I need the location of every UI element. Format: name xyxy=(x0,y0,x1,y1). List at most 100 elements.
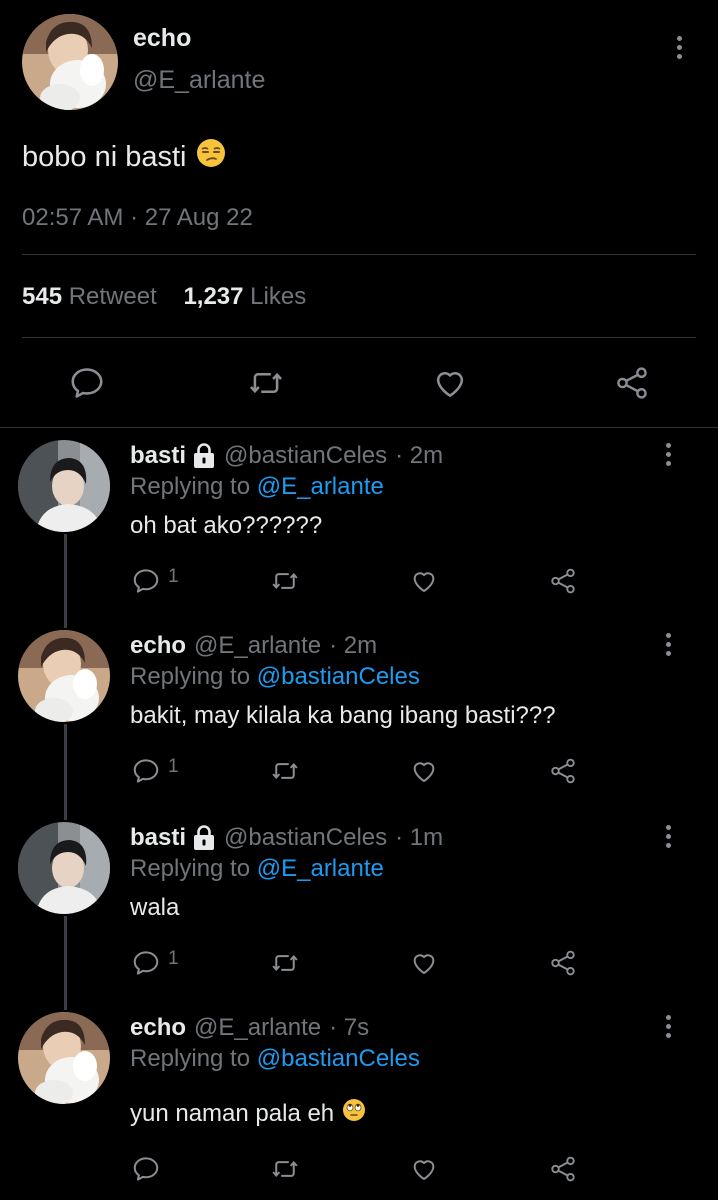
replying-to-label: Replying to xyxy=(130,1045,251,1072)
replying-to: Replying to @bastianCeles xyxy=(130,663,420,691)
reply-text-content: bakit, may kilala ka bang ibang basti??? xyxy=(130,702,556,729)
share-icon[interactable] xyxy=(547,756,579,786)
reply-time: · 7s xyxy=(329,1014,370,1041)
like-count[interactable]: 1,237 xyxy=(183,283,243,310)
avatar[interactable] xyxy=(22,14,118,110)
retweet-icon[interactable] xyxy=(246,364,286,402)
display-name[interactable]: basti xyxy=(130,824,186,852)
reply-header: echo @E_arlante · 7s xyxy=(130,1014,369,1042)
more-options-icon[interactable] xyxy=(664,443,672,466)
reply-icon[interactable] xyxy=(68,364,106,402)
reply-text-content: yun naman pala eh xyxy=(130,1099,335,1127)
share-icon[interactable] xyxy=(547,1154,579,1184)
avatar[interactable] xyxy=(18,440,110,532)
like-icon[interactable] xyxy=(430,364,470,402)
retweet-count[interactable]: 545 xyxy=(22,283,62,310)
like-icon[interactable] xyxy=(408,756,440,786)
more-options-icon[interactable] xyxy=(675,36,683,59)
like-icon[interactable] xyxy=(408,1154,440,1184)
replying-to-mention[interactable]: @bastianCeles xyxy=(257,663,420,690)
display-name[interactable]: echo xyxy=(133,24,191,53)
like-icon[interactable] xyxy=(408,566,440,596)
replying-to-mention[interactable]: @bastianCeles xyxy=(257,1045,420,1072)
reply-text-content: wala xyxy=(130,894,180,921)
replying-to-label: Replying to xyxy=(130,855,251,882)
divider xyxy=(22,337,696,338)
reply-text-content: oh bat ako?????? xyxy=(130,512,323,539)
reply-icon[interactable] xyxy=(131,566,161,596)
reply-text: oh bat ako?????? xyxy=(130,512,322,540)
tweet-text: bobo ni basti xyxy=(22,140,187,173)
retweet-icon[interactable] xyxy=(269,756,301,786)
more-options-icon[interactable] xyxy=(664,825,672,848)
user-handle[interactable]: @E_arlante xyxy=(133,66,265,95)
share-icon[interactable] xyxy=(547,948,579,978)
reply-time: · 1m xyxy=(395,824,444,851)
lock-icon xyxy=(192,443,216,469)
reply-icon[interactable] xyxy=(131,1154,161,1184)
reply-tweet[interactable]: echo @E_arlante · 2m Replying to @bastia… xyxy=(0,618,718,808)
user-handle[interactable]: @bastianCeles xyxy=(224,442,387,470)
reply-time: · 2m xyxy=(329,632,378,659)
rolling-eyes-emoji xyxy=(342,1098,366,1129)
share-icon[interactable] xyxy=(547,566,579,596)
retweet-label[interactable]: Retweet xyxy=(69,283,157,310)
replying-to-mention[interactable]: @E_arlante xyxy=(257,473,384,500)
basti-avatar-image xyxy=(18,440,110,532)
divider xyxy=(22,254,696,255)
echo-avatar-image xyxy=(18,1012,110,1104)
reply-icon[interactable] xyxy=(131,948,161,978)
reply-header: basti @bastianCeles · 2m xyxy=(130,442,443,470)
basti-avatar-image xyxy=(18,822,110,914)
user-handle[interactable]: @E_arlante xyxy=(194,1014,321,1042)
retweet-icon[interactable] xyxy=(269,566,301,596)
avatar[interactable] xyxy=(18,1012,110,1104)
reply-count: 1 xyxy=(168,948,179,969)
replying-to: Replying to @E_arlante xyxy=(130,473,384,501)
reply-text: wala xyxy=(130,894,179,922)
reply-header: basti @bastianCeles · 1m xyxy=(130,824,443,852)
lock-icon xyxy=(192,825,216,851)
like-label[interactable]: Likes xyxy=(250,283,306,310)
reply-tweet[interactable]: basti @bastianCeles · 2m Replying to @E_… xyxy=(0,428,718,618)
reply-text: bakit, may kilala ka bang ibang basti??? xyxy=(130,702,556,730)
more-options-icon[interactable] xyxy=(664,633,672,656)
display-name[interactable]: echo xyxy=(130,632,186,660)
tweet-timestamp: 02:57 AM · 27 Aug 22 xyxy=(22,204,253,231)
engagement-stats: 545 Retweet 1,237 Likes xyxy=(22,283,306,311)
user-handle[interactable]: @E_arlante xyxy=(194,632,321,660)
replying-to-label: Replying to xyxy=(130,473,251,500)
reply-action-bar: 1 xyxy=(0,748,718,788)
echo-avatar-image xyxy=(22,14,118,110)
replying-to-label: Replying to xyxy=(130,663,251,690)
avatar[interactable] xyxy=(18,630,110,722)
reply-icon[interactable] xyxy=(131,756,161,786)
replying-to-mention[interactable]: @E_arlante xyxy=(257,855,384,882)
reply-time: · 2m xyxy=(395,442,444,469)
reply-action-bar xyxy=(0,1150,718,1190)
share-icon[interactable] xyxy=(612,364,652,402)
echo-avatar-image xyxy=(18,630,110,722)
retweet-icon[interactable] xyxy=(269,1154,301,1184)
reply-tweet[interactable]: basti @bastianCeles · 1m Replying to @E_… xyxy=(0,810,718,1000)
like-icon[interactable] xyxy=(408,948,440,978)
reply-count: 1 xyxy=(168,566,179,587)
tweet-action-bar xyxy=(0,360,718,404)
retweet-icon[interactable] xyxy=(269,948,301,978)
reply-count: 1 xyxy=(168,756,179,777)
unamused-face-emoji xyxy=(196,138,226,176)
avatar[interactable] xyxy=(18,822,110,914)
reply-action-bar: 1 xyxy=(0,558,718,598)
main-tweet: echo @E_arlante bobo ni basti 02:57 AM ·… xyxy=(0,0,718,428)
reply-text: yun naman pala eh xyxy=(130,1098,366,1129)
display-name[interactable]: basti xyxy=(130,442,186,470)
replying-to: Replying to @E_arlante xyxy=(130,855,384,883)
reply-action-bar: 1 xyxy=(0,940,718,980)
reply-tweet[interactable]: echo @E_arlante · 7s Replying to @bastia… xyxy=(0,1000,718,1200)
display-name[interactable]: echo xyxy=(130,1014,186,1042)
replying-to: Replying to @bastianCeles xyxy=(130,1045,420,1073)
reply-header: echo @E_arlante · 2m xyxy=(130,632,377,660)
user-handle[interactable]: @bastianCeles xyxy=(224,824,387,852)
more-options-icon[interactable] xyxy=(664,1015,672,1038)
tweet-text-row: bobo ni basti xyxy=(22,138,226,176)
